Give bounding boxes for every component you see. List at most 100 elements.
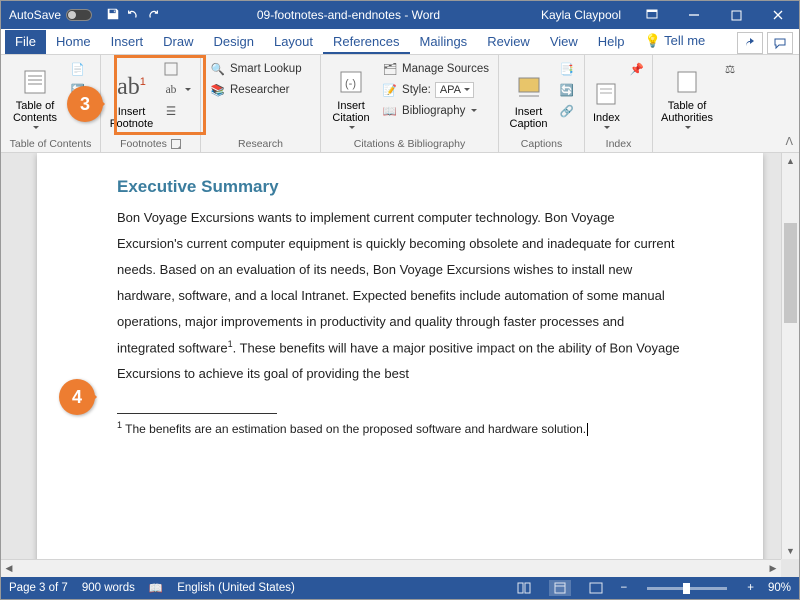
tab-view[interactable]: View	[540, 30, 588, 54]
tab-layout[interactable]: Layout	[264, 30, 323, 54]
tab-home[interactable]: Home	[46, 30, 101, 54]
document-title: 09-footnotes-and-endnotes - Word	[166, 8, 531, 22]
style-label: Style:	[402, 84, 431, 96]
researcher-button[interactable]: 📚Researcher	[207, 80, 305, 100]
style-value[interactable]: APA	[435, 82, 474, 98]
maximize-icon[interactable]	[715, 1, 757, 29]
save-icon[interactable]	[106, 7, 120, 24]
tab-design[interactable]: Design	[204, 30, 264, 54]
citation-icon: (-)	[338, 64, 364, 100]
share-button[interactable]	[737, 32, 763, 54]
researcher-label: Researcher	[230, 84, 289, 96]
comments-button[interactable]	[767, 32, 793, 54]
zoom-level[interactable]: 90%	[768, 582, 791, 594]
manage-sources-label: Manage Sources	[402, 63, 489, 75]
zoom-out-button[interactable]: −	[621, 582, 628, 594]
update-tof-icon: 🔄	[559, 82, 575, 98]
toc-label: Table of Contents	[13, 100, 57, 125]
callout-3-label: 3	[80, 94, 90, 115]
ribbon: Table of Contents 📄 🔄 Table of Contents …	[1, 55, 799, 153]
group-label-captions: Captions	[505, 136, 578, 150]
scroll-right-icon[interactable]: ▶	[765, 560, 781, 577]
toggle-icon	[66, 9, 92, 21]
group-label-footnotes: Footnotes	[107, 136, 194, 150]
insert-footnote-button[interactable]: ab1 Insert Footnote	[107, 59, 156, 133]
proofing-icon[interactable]: 📖	[149, 581, 163, 595]
mark-entry-button[interactable]: 📌	[626, 59, 648, 79]
mark-citation-button[interactable]: ⚖	[719, 59, 741, 79]
close-icon[interactable]	[757, 1, 799, 29]
scroll-thumb[interactable]	[784, 223, 797, 323]
footnote-text: The benefits are an estimation based on …	[122, 422, 586, 436]
read-mode-icon[interactable]	[513, 580, 535, 596]
undo-icon[interactable]	[126, 7, 140, 24]
tab-mailings[interactable]: Mailings	[410, 30, 478, 54]
horizontal-scrollbar[interactable]: ◀ ▶	[1, 559, 781, 577]
user-name[interactable]: Kayla Claypool	[531, 8, 631, 22]
smart-lookup-label: Smart Lookup	[230, 63, 302, 75]
table-of-authorities-button[interactable]: Table of Authorities	[659, 59, 715, 133]
body-text-main: Bon Voyage Excursions wants to implement…	[117, 210, 674, 355]
smart-lookup-button[interactable]: 🔍Smart Lookup	[207, 59, 305, 79]
status-page[interactable]: Page 3 of 7	[9, 582, 68, 594]
group-captions: Insert Caption 📑 🔄 🔗 Captions	[499, 55, 585, 152]
footnotes-launcher[interactable]	[171, 139, 181, 149]
cross-ference-button[interactable]: 🔗	[556, 101, 578, 121]
add-text-button[interactable]: 📄	[67, 59, 89, 79]
tab-help[interactable]: Help	[588, 30, 635, 54]
tab-review[interactable]: Review	[477, 30, 540, 54]
group-index: Index 📌 Index	[585, 55, 653, 152]
footnote-1[interactable]: 1 The benefits are an estimation based o…	[117, 420, 683, 436]
insert-caption-button[interactable]: Insert Caption	[505, 59, 552, 133]
manage-sources-icon: 🗂	[382, 61, 398, 77]
bibliography-button[interactable]: 📖Bibliography	[379, 101, 492, 121]
table-of-contents-button[interactable]: Table of Contents	[7, 59, 63, 133]
print-layout-icon[interactable]	[549, 580, 571, 596]
footnote-icon: ab1	[117, 70, 146, 106]
insert-citation-button[interactable]: (-) Insert Citation	[327, 59, 375, 133]
tab-tellme[interactable]: 💡 Tell me	[635, 29, 716, 54]
zoom-in-button[interactable]: +	[747, 582, 754, 594]
body-paragraph: Bon Voyage Excursions wants to implement…	[117, 205, 683, 387]
zoom-slider[interactable]	[647, 587, 727, 590]
show-notes-button[interactable]: ☰	[160, 101, 194, 121]
document-area: Executive Summary Bon Voyage Excursions …	[1, 153, 799, 577]
style-selector[interactable]: 📝Style: APA	[379, 80, 492, 100]
scroll-left-icon[interactable]: ◀	[1, 560, 17, 577]
redo-icon[interactable]	[146, 7, 160, 24]
manage-sources-button[interactable]: 🗂 Manage Sources	[379, 59, 492, 79]
tab-draw[interactable]: Draw	[153, 30, 203, 54]
status-words[interactable]: 900 words	[82, 582, 135, 594]
text-cursor	[587, 423, 588, 436]
vertical-scrollbar[interactable]: ▲ ▼	[781, 153, 799, 559]
status-bar: Page 3 of 7 900 words 📖 English (United …	[1, 577, 799, 599]
group-label-index: Index	[591, 136, 646, 150]
web-layout-icon[interactable]	[585, 580, 607, 596]
update-tof-button[interactable]: 🔄	[556, 80, 578, 100]
minimize-icon[interactable]	[673, 1, 715, 29]
scroll-down-icon[interactable]: ▼	[782, 543, 799, 559]
ribbon-tabs: File Home Insert Draw Design Layout Refe…	[1, 29, 799, 55]
scroll-up-icon[interactable]: ▲	[782, 153, 799, 169]
autosave-toggle[interactable]: AutoSave	[1, 8, 100, 22]
tab-references[interactable]: References	[323, 30, 409, 54]
tab-file[interactable]: File	[5, 30, 46, 54]
index-label: Index	[593, 112, 620, 125]
collapse-ribbon-icon[interactable]: ᐱ	[785, 135, 793, 148]
ribbon-options-icon[interactable]	[631, 1, 673, 29]
insert-tof-button[interactable]: 📑	[556, 59, 578, 79]
bibliography-label: Bibliography	[402, 105, 465, 117]
svg-text:(-): (-)	[345, 78, 356, 90]
index-button[interactable]: Index	[591, 59, 622, 133]
zoom-knob[interactable]	[683, 583, 690, 594]
document-page[interactable]: Executive Summary Bon Voyage Excursions …	[37, 153, 763, 577]
insert-endnote-button[interactable]	[160, 59, 194, 79]
group-label-authorities	[659, 136, 737, 150]
tof-icon: 📑	[559, 61, 575, 77]
insert-citation-label: Insert Citation	[332, 100, 369, 125]
tab-insert[interactable]: Insert	[101, 30, 154, 54]
status-language[interactable]: English (United States)	[177, 582, 295, 594]
toc-icon	[21, 64, 49, 100]
group-citations: (-) Insert Citation 🗂 Manage Sources 📝Sty…	[321, 55, 499, 152]
next-footnote-button[interactable]: ab	[160, 80, 194, 100]
